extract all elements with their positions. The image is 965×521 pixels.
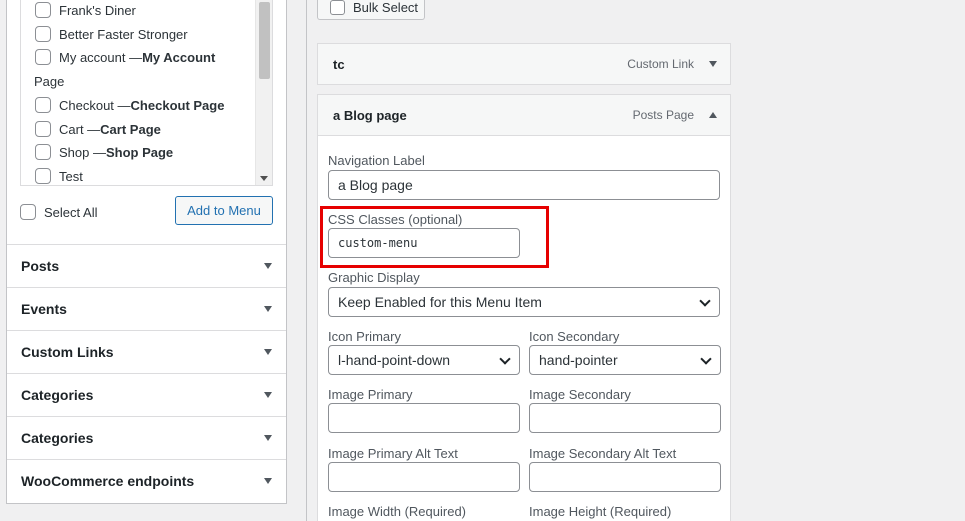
pages-checklist[interactable]: Frank's Diner Better Faster Stronger My …	[20, 0, 273, 186]
chevron-down-icon	[700, 353, 712, 365]
checkbox[interactable]	[35, 49, 51, 65]
section-categories-2[interactable]: Categories	[7, 416, 286, 459]
expand-arrow-icon	[264, 478, 272, 484]
menu-item-tc[interactable]: tc Custom Link	[317, 43, 731, 85]
image-primary-input[interactable]	[328, 403, 520, 433]
expand-arrow-icon	[264, 306, 272, 312]
page-item[interactable]: Cart — Cart Page	[35, 121, 161, 137]
page-item[interactable]: Shop — Shop Page	[35, 144, 173, 160]
menu-item-settings: Navigation Label a Blog page CSS Classes…	[317, 136, 731, 521]
page-item-wrap: Page	[34, 74, 65, 89]
select-all-checkbox[interactable]	[20, 204, 36, 220]
scroll-down-arrow-icon[interactable]	[260, 176, 268, 181]
chevron-down-icon	[699, 295, 711, 307]
icon-secondary-label: Icon Secondary	[529, 329, 620, 344]
scrollbar[interactable]	[255, 0, 272, 185]
section-posts[interactable]: Posts	[7, 244, 286, 287]
checkbox[interactable]	[35, 97, 51, 113]
column-divider	[306, 0, 307, 521]
checkbox[interactable]	[35, 144, 51, 160]
section-woocommerce-endpoints[interactable]: WooCommerce endpoints	[7, 459, 286, 502]
graphic-display-select[interactable]: Keep Enabled for this Menu Item	[328, 287, 720, 317]
checkbox[interactable]	[35, 168, 51, 184]
chevron-down-icon	[499, 353, 511, 365]
checkbox[interactable]	[35, 121, 51, 137]
icon-primary-label: Icon Primary	[328, 329, 401, 344]
bulk-select-checkbox[interactable]	[330, 0, 345, 15]
icon-secondary-select[interactable]: hand-pointer	[529, 345, 721, 375]
expand-arrow-icon	[264, 435, 272, 441]
scrollbar-thumb[interactable]	[259, 2, 270, 79]
image-primary-alt-input[interactable]	[328, 462, 520, 492]
image-height-label: Image Height (Required)	[529, 504, 672, 519]
add-to-menu-button[interactable]: Add to Menu	[175, 196, 273, 225]
image-width-label: Image Width (Required)	[328, 504, 466, 519]
select-all[interactable]: Select All	[20, 204, 97, 220]
page-item[interactable]: Frank's Diner	[35, 2, 136, 18]
bulk-select-button[interactable]: Bulk Select	[317, 0, 425, 20]
page-item[interactable]: Checkout — Checkout Page	[35, 97, 224, 113]
image-secondary-label: Image Secondary	[529, 387, 631, 402]
left-panel: Frank's Diner Better Faster Stronger My …	[6, 0, 287, 504]
section-events[interactable]: Events	[7, 287, 286, 330]
checkbox[interactable]	[35, 26, 51, 42]
image-secondary-input[interactable]	[529, 403, 721, 433]
expand-arrow-icon	[264, 349, 272, 355]
expand-arrow-icon	[264, 263, 272, 269]
image-secondary-alt-label: Image Secondary Alt Text	[529, 446, 677, 461]
page-item[interactable]: Better Faster Stronger	[35, 26, 188, 42]
image-primary-alt-label: Image Primary Alt Text	[328, 446, 458, 461]
menu-item-blog-page[interactable]: a Blog page Posts Page	[317, 94, 731, 136]
nav-label-input[interactable]: a Blog page	[328, 170, 720, 200]
collapse-arrow-icon[interactable]	[709, 112, 717, 118]
nav-label-label: Navigation Label	[328, 153, 425, 168]
image-secondary-alt-input[interactable]	[529, 462, 721, 492]
highlight-box	[320, 206, 549, 268]
page-item[interactable]: My account — My Account	[35, 49, 215, 65]
page-item[interactable]: Test	[35, 168, 83, 184]
expand-arrow-icon[interactable]	[709, 61, 717, 67]
section-custom-links[interactable]: Custom Links	[7, 330, 286, 373]
checkbox[interactable]	[35, 2, 51, 18]
expand-arrow-icon	[264, 392, 272, 398]
image-primary-label: Image Primary	[328, 387, 413, 402]
section-categories[interactable]: Categories	[7, 373, 286, 416]
icon-primary-select[interactable]: l-hand-point-down	[328, 345, 520, 375]
graphic-display-label: Graphic Display	[328, 270, 420, 285]
